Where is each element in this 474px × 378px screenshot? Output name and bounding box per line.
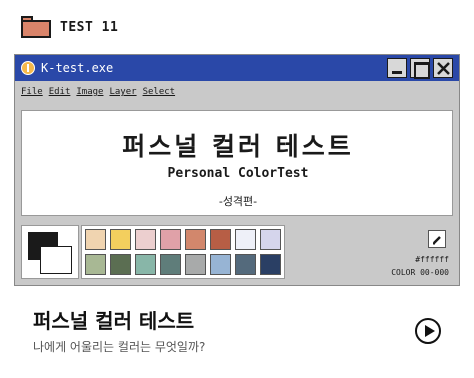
- pencil-icon[interactable]: [428, 230, 446, 248]
- minimize-icon[interactable]: [387, 58, 407, 78]
- color-selector[interactable]: [21, 225, 79, 279]
- canvas-english-title: Personal ColorTest: [167, 166, 309, 181]
- card-header-title: TEST 11: [60, 20, 119, 35]
- color-swatch[interactable]: [235, 254, 256, 275]
- menu-bar: File Edit Image Layer Select: [21, 87, 175, 101]
- color-swatch[interactable]: [235, 229, 256, 250]
- app-window: K-test.exe File Edit Image Layer Select …: [14, 54, 460, 286]
- color-swatch[interactable]: [110, 229, 131, 250]
- color-swatch[interactable]: [185, 254, 206, 275]
- color-swatch[interactable]: [210, 254, 231, 275]
- color-swatch[interactable]: [85, 254, 106, 275]
- background-color[interactable]: [40, 246, 72, 274]
- menu-edit[interactable]: Edit: [49, 87, 71, 101]
- color-swatch[interactable]: [110, 254, 131, 275]
- color-swatch[interactable]: [210, 229, 231, 250]
- folder-icon: [21, 16, 51, 38]
- menu-layer[interactable]: Layer: [109, 87, 136, 101]
- color-swatch[interactable]: [185, 229, 206, 250]
- color-swatch[interactable]: [160, 229, 181, 250]
- card-title: 퍼스널 컬러 테스트: [33, 309, 195, 333]
- window-title: K-test.exe: [41, 61, 114, 75]
- color-swatch[interactable]: [260, 229, 281, 250]
- menu-select[interactable]: Select: [143, 87, 176, 101]
- color-code-readout: COLOR 00-000: [391, 268, 449, 277]
- color-swatch[interactable]: [85, 229, 106, 250]
- color-swatch[interactable]: [260, 254, 281, 275]
- color-swatch[interactable]: [135, 229, 156, 250]
- menu-image[interactable]: Image: [76, 87, 103, 101]
- maximize-icon[interactable]: [410, 58, 430, 79]
- color-swatch[interactable]: [135, 254, 156, 275]
- app-icon: [21, 61, 35, 75]
- hex-readout: #ffffff: [415, 255, 449, 264]
- color-swatches: [81, 225, 285, 279]
- close-icon[interactable]: [433, 58, 453, 78]
- drawing-canvas: 퍼스널 컬러 테스트 Personal ColorTest -성격편-: [21, 110, 453, 216]
- menu-file[interactable]: File: [21, 87, 43, 101]
- card-subtitle: 나에게 어울리는 컬러는 무엇일까?: [33, 340, 206, 354]
- canvas-subtitle: -성격편-: [218, 195, 258, 208]
- canvas-korean-title: 퍼스널 컬러 테스트: [122, 132, 354, 161]
- window-titlebar[interactable]: K-test.exe: [15, 55, 459, 81]
- test-card[interactable]: TEST 11 K-test.exe File Edit Image Layer…: [0, 0, 474, 378]
- play-icon[interactable]: [415, 318, 441, 344]
- palette-area: #ffffff COLOR 00-000: [21, 225, 453, 281]
- color-swatch[interactable]: [160, 254, 181, 275]
